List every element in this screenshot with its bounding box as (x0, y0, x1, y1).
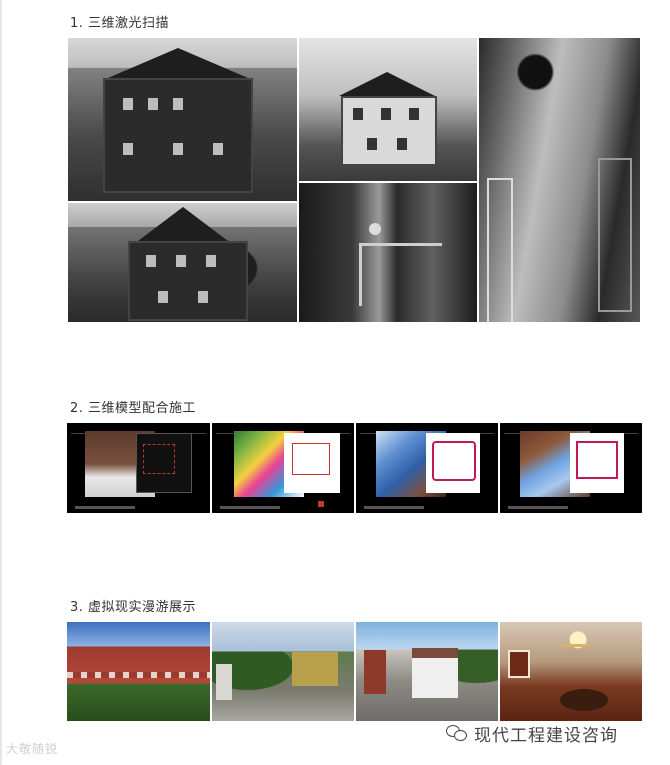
bim-plan-view (426, 433, 480, 493)
window-shape (367, 138, 377, 150)
dining-table-shape (559, 689, 608, 712)
section-title-laser-scan: 1. 三维激光扫描 (70, 16, 170, 31)
section-title-vr-tour: 3. 虚拟现实漫游展示 (70, 600, 197, 615)
house-shape (103, 78, 253, 193)
bim-plan-view (136, 433, 192, 493)
window-shape (123, 98, 133, 110)
wechat-icon (446, 725, 468, 741)
window-shape (206, 255, 216, 267)
render-street-view (356, 622, 498, 721)
plan-outline-shape (432, 441, 476, 481)
bim-panel-footer (220, 506, 280, 509)
brand-watermark-text: 现代工程建设咨询 (474, 725, 618, 746)
render-garden-entrance (212, 622, 354, 721)
gate-pillar-shape (216, 664, 232, 700)
bim-panel-footer (364, 506, 424, 509)
window-shape (158, 291, 168, 303)
bim-panel-1 (67, 423, 210, 513)
window-shape (148, 98, 158, 110)
window-shape (213, 143, 223, 155)
wall-painting-shape (508, 650, 530, 678)
bim-panel-4 (500, 423, 642, 513)
window-shape (353, 108, 363, 120)
plan-outline-shape (143, 444, 175, 474)
plan-outline-shape (292, 443, 330, 475)
bim-panel-footer (508, 506, 568, 509)
window-shape (198, 291, 208, 303)
render-interior-dining (500, 622, 642, 721)
bim-panel-footer (75, 506, 135, 509)
roof-shape (138, 207, 228, 241)
roof-shape (339, 72, 435, 96)
roof-shape (108, 48, 248, 78)
chandelier-shape (560, 624, 590, 647)
scan-photo-villa-front (68, 38, 297, 201)
scan-photo-staircase (299, 183, 477, 322)
render-brick-building (67, 622, 210, 721)
corner-watermark-text: 大敬随锐 (6, 742, 59, 756)
window-shape (173, 143, 183, 155)
stair-railing-shape (359, 243, 442, 306)
plan-outline-shape (576, 441, 618, 479)
bim-plan-view (570, 433, 624, 493)
window-shape (173, 98, 183, 110)
house-shape (341, 96, 437, 166)
bim-red-marker (318, 501, 324, 507)
house-shape (292, 652, 338, 686)
left-border-line (0, 0, 2, 765)
window-shape (381, 108, 391, 120)
window-shape (146, 255, 156, 267)
house-shape (128, 241, 248, 321)
scan-photo-house-side (299, 38, 477, 181)
bim-panel-3 (356, 423, 498, 513)
brand-watermark: 现代工程建设咨询 (440, 722, 624, 746)
bim-panel-2 (212, 423, 354, 513)
bim-plan-view (284, 433, 340, 493)
window-shape (123, 143, 133, 155)
brick-pillar-shape (364, 650, 386, 694)
door-frame-shape (487, 178, 513, 322)
window-shape (397, 138, 407, 150)
window-shape (176, 255, 186, 267)
house-shape (412, 648, 458, 698)
window-shape (409, 108, 419, 120)
scan-photo-tudor-house (68, 203, 297, 322)
section-title-bim-construction: 2. 三维模型配合施工 (70, 401, 197, 416)
scan-photo-interior-room (479, 38, 640, 322)
window-row-shape (67, 672, 210, 678)
doorway-shape (598, 158, 632, 312)
newel-post-shape (369, 223, 381, 235)
